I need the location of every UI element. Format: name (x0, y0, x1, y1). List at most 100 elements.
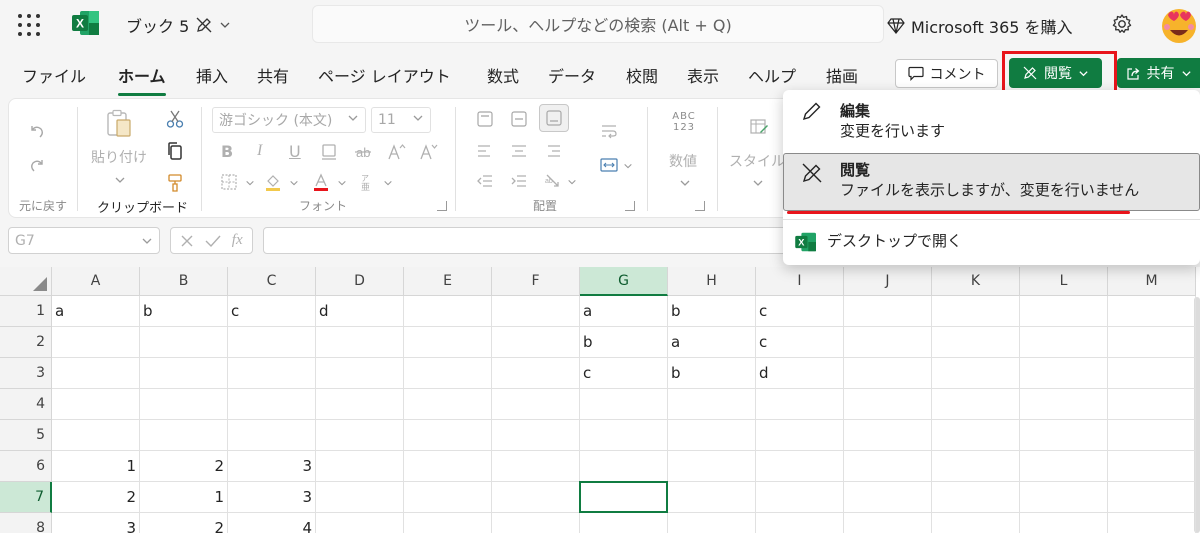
cell-b7[interactable]: 1 (140, 482, 228, 513)
row-header-3[interactable]: 3 (0, 358, 52, 389)
tab-view[interactable]: 表示 (687, 63, 719, 87)
cell-e1[interactable] (404, 296, 492, 327)
cell-c4[interactable] (228, 389, 316, 420)
chevron-down-icon[interactable] (337, 178, 347, 188)
column-header-c[interactable]: C (228, 267, 316, 296)
cell-g8[interactable] (580, 513, 668, 533)
number-format-icon[interactable]: ABC 123 (669, 111, 699, 133)
undo-icon[interactable] (27, 121, 47, 141)
chevron-down-icon[interactable] (245, 178, 255, 188)
cell-e5[interactable] (404, 420, 492, 451)
cell-m8[interactable] (1108, 513, 1196, 533)
chevron-down-icon[interactable] (383, 178, 393, 188)
cell-a2[interactable] (52, 327, 140, 358)
cell-k7[interactable] (932, 482, 1020, 513)
cell-f3[interactable] (492, 358, 580, 389)
font-size-dropdown[interactable]: 11 (371, 107, 431, 133)
column-header-a[interactable]: A (52, 267, 140, 296)
row-header-7[interactable]: 7 (0, 482, 52, 513)
align-top-icon[interactable] (475, 109, 495, 129)
fill-color-icon[interactable] (263, 172, 283, 192)
format-painter-icon[interactable] (165, 173, 185, 193)
cell-f4[interactable] (492, 389, 580, 420)
cell-f8[interactable] (492, 513, 580, 533)
cell-k4[interactable] (932, 389, 1020, 420)
cell-i4[interactable] (756, 389, 844, 420)
cell-a6[interactable]: 1 (52, 451, 140, 482)
cell-i7[interactable] (756, 482, 844, 513)
gear-icon[interactable] (1111, 13, 1133, 35)
chevron-down-icon[interactable] (289, 178, 299, 188)
cell-f1[interactable] (492, 296, 580, 327)
column-header-k[interactable]: K (932, 267, 1020, 296)
cell-l6[interactable] (1020, 451, 1108, 482)
cell-k2[interactable] (932, 327, 1020, 358)
decrease-indent-icon[interactable] (475, 171, 495, 191)
cell-h3[interactable]: b (668, 358, 756, 389)
row-header-8[interactable]: 8 (0, 513, 52, 533)
buy-microsoft-365-link[interactable]: Microsoft 365 を購入 (887, 14, 1073, 38)
wrap-text-icon[interactable] (599, 121, 619, 141)
align-left-icon[interactable] (475, 141, 495, 161)
menu-item-edit[interactable]: 編集 変更を行います (783, 90, 1200, 152)
cell-l8[interactable] (1020, 513, 1108, 533)
row-header-1[interactable]: 1 (0, 296, 52, 327)
column-header-h[interactable]: H (668, 267, 756, 296)
cell-a1[interactable]: a (52, 296, 140, 327)
cell-c8[interactable]: 4 (228, 513, 316, 533)
paste-label[interactable]: 貼り付け (91, 147, 147, 167)
cell-m3[interactable] (1108, 358, 1196, 389)
app-launcher-icon[interactable] (17, 13, 40, 36)
check-icon[interactable] (205, 234, 221, 248)
tab-draw[interactable]: 描画 (826, 63, 858, 87)
cell-c5[interactable] (228, 420, 316, 451)
cell-i2[interactable]: c (756, 327, 844, 358)
cell-i5[interactable] (756, 420, 844, 451)
column-header-d[interactable]: D (316, 267, 404, 296)
redo-icon[interactable] (27, 155, 47, 175)
cell-i3[interactable]: d (756, 358, 844, 389)
copy-icon[interactable] (165, 141, 185, 161)
paste-icon[interactable] (105, 109, 133, 139)
tab-share[interactable]: 共有 (257, 63, 289, 87)
cell-k3[interactable] (932, 358, 1020, 389)
cell-b2[interactable] (140, 327, 228, 358)
row-header-4[interactable]: 4 (0, 389, 52, 420)
cell-g6[interactable] (580, 451, 668, 482)
cell-c3[interactable] (228, 358, 316, 389)
row-header-2[interactable]: 2 (0, 327, 52, 358)
cell-h8[interactable] (668, 513, 756, 533)
cell-g5[interactable] (580, 420, 668, 451)
cell-i1[interactable]: c (756, 296, 844, 327)
underline-button[interactable]: U (289, 142, 301, 161)
share-button[interactable]: 共有 (1117, 58, 1200, 88)
cell-b3[interactable] (140, 358, 228, 389)
cell-i8[interactable] (756, 513, 844, 533)
cell-e6[interactable] (404, 451, 492, 482)
column-header-b[interactable]: B (140, 267, 228, 296)
tab-file[interactable]: ファイル (22, 63, 86, 87)
cell-b8[interactable]: 2 (140, 513, 228, 533)
increase-font-icon[interactable] (387, 142, 407, 162)
search-input[interactable]: ツール、ヘルプなどの検索 (Alt + Q) (312, 5, 884, 43)
column-header-l[interactable]: L (1020, 267, 1108, 296)
chevron-down-icon[interactable] (567, 177, 577, 187)
decrease-font-icon[interactable] (419, 142, 439, 162)
cell-m7[interactable] (1108, 482, 1196, 513)
menu-item-open-desktop[interactable]: X デスクトップで開く (783, 222, 1200, 262)
select-all-button[interactable] (0, 267, 52, 296)
cell-e7[interactable] (404, 482, 492, 513)
cell-c6[interactable]: 3 (228, 451, 316, 482)
cell-h1[interactable]: b (668, 296, 756, 327)
row-header-6[interactable]: 6 (0, 451, 52, 482)
chevron-down-icon[interactable] (623, 161, 633, 171)
styles-label[interactable]: スタイル (729, 151, 785, 171)
cell-m1[interactable] (1108, 296, 1196, 327)
align-right-icon[interactable] (543, 141, 563, 161)
cell-j3[interactable] (844, 358, 932, 389)
tab-formulas[interactable]: 数式 (487, 63, 519, 87)
cell-e8[interactable] (404, 513, 492, 533)
row-header-5[interactable]: 5 (0, 420, 52, 451)
cell-k6[interactable] (932, 451, 1020, 482)
number-dialog-launcher-icon[interactable] (695, 201, 705, 211)
